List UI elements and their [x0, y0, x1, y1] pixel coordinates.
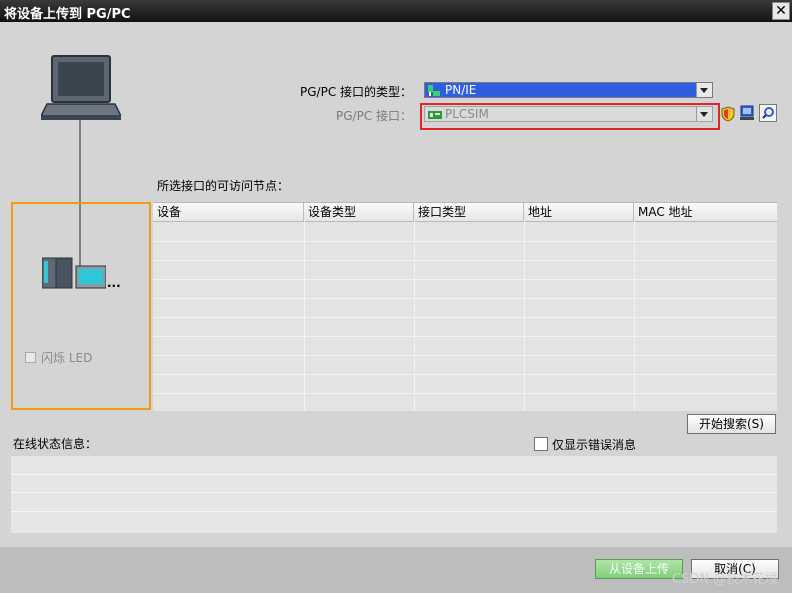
column-header-mac-address[interactable]: MAC 地址	[634, 203, 777, 221]
interface-dropdown[interactable]: PLCSIM	[424, 106, 713, 122]
title-bar: 将设备上传到 PG/PC ✕	[0, 0, 792, 22]
row-divider	[153, 279, 777, 280]
shield-icon[interactable]	[721, 106, 735, 122]
column-divider	[634, 221, 635, 411]
nodes-table: 设备 设备类型 接口类型 地址 MAC 地址	[153, 202, 777, 411]
errors-only-label: 仅显示错误消息	[552, 438, 637, 452]
column-header-device-type[interactable]: 设备类型	[304, 203, 414, 221]
column-header-device[interactable]: 设备	[153, 203, 304, 221]
column-header-interface-type[interactable]: 接口类型	[414, 203, 524, 221]
chevron-down-icon[interactable]	[696, 107, 712, 121]
row-divider	[11, 492, 777, 493]
status-message-list	[11, 456, 777, 533]
properties-icon[interactable]	[739, 105, 755, 121]
table-header: 设备 设备类型 接口类型 地址 MAC 地址	[153, 203, 777, 222]
interface-type-label: PG/PC 接口的类型：	[300, 85, 413, 99]
row-divider	[11, 474, 777, 475]
row-divider	[153, 241, 777, 242]
row-divider	[153, 298, 777, 299]
row-divider	[153, 374, 777, 375]
device-box	[11, 202, 151, 410]
start-search-button[interactable]: 开始搜索(S)	[687, 414, 776, 434]
chevron-down-icon[interactable]	[696, 83, 712, 97]
network-icon	[428, 85, 440, 96]
watermark: CSDN @技术花境	[672, 572, 779, 587]
dialog-content: ... 闪烁 LED PG/PC 接口的类型： PN/IE PG/PC 接口： …	[0, 22, 792, 547]
row-divider	[153, 260, 777, 261]
row-divider	[153, 355, 777, 356]
errors-only-checkbox[interactable]	[534, 437, 548, 451]
column-header-address[interactable]: 地址	[524, 203, 634, 221]
interface-label: PG/PC 接口：	[336, 109, 413, 123]
interface-type-value: PN/IE	[445, 83, 477, 97]
row-divider	[153, 393, 777, 394]
row-divider	[153, 336, 777, 337]
plc-device-icon	[41, 256, 107, 290]
window-title: 将设备上传到 PG/PC	[4, 7, 131, 22]
flash-led-checkbox[interactable]	[25, 352, 36, 363]
column-divider	[524, 221, 525, 411]
close-icon[interactable]: ✕	[772, 2, 790, 20]
pgpc-laptop-icon	[39, 54, 123, 124]
upload-from-device-button[interactable]: 从设备上传	[595, 559, 683, 579]
device-more-dots: ...	[107, 276, 121, 290]
row-divider	[153, 317, 777, 318]
row-divider	[11, 511, 777, 512]
nodes-section-label: 所选接口的可访问节点：	[157, 179, 290, 193]
plcsim-card-icon	[428, 109, 442, 119]
diagnostics-icon[interactable]	[759, 104, 777, 122]
column-divider	[414, 221, 415, 411]
flash-led-label: 闪烁 LED	[41, 351, 93, 365]
online-status-label: 在线状态信息：	[13, 437, 98, 451]
interface-type-dropdown[interactable]: PN/IE	[424, 82, 713, 98]
interface-value: PLCSIM	[445, 107, 489, 121]
column-divider	[304, 221, 305, 411]
